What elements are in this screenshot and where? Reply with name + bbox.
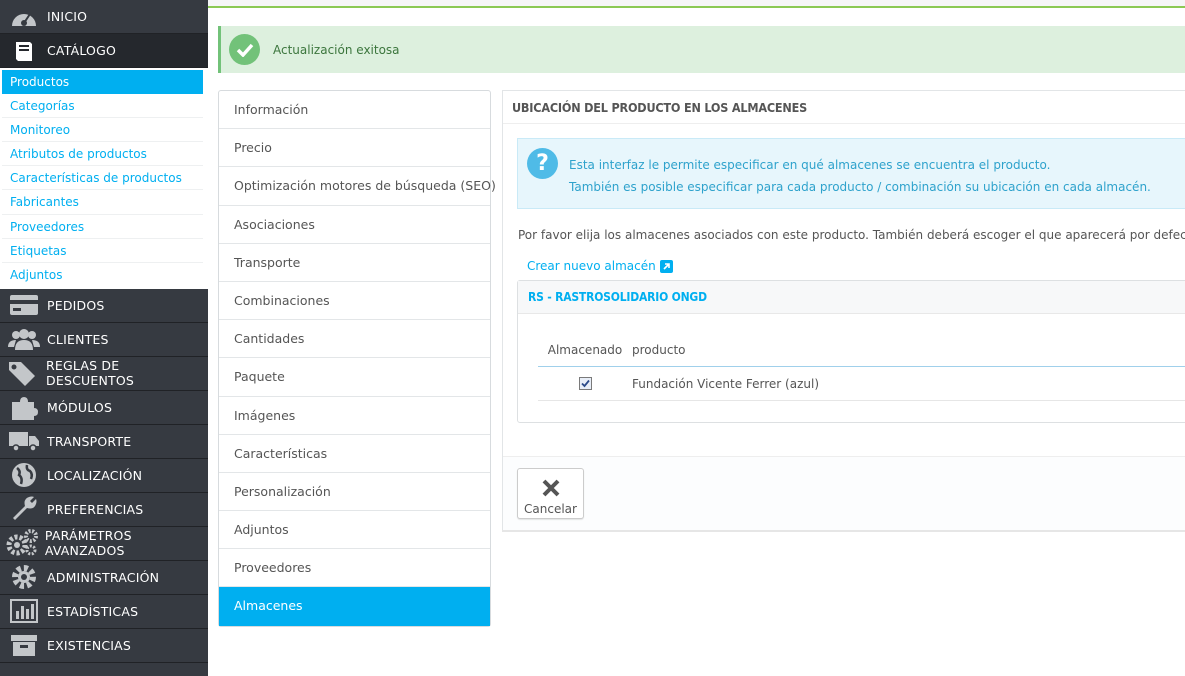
toolbar-strip: [208, 0, 1185, 8]
create-warehouse-label: Crear nuevo almacén: [527, 259, 656, 273]
info-line-2: También es posible especificar para cada…: [569, 180, 1151, 194]
panel-footer: Cancelar: [503, 456, 1185, 530]
product-name: Fundación Vicente Ferrer (azul): [632, 376, 819, 391]
tab-adjuntos[interactable]: Adjuntos: [219, 511, 490, 550]
product-tabs: Información Precio Optimización motores …: [218, 90, 496, 627]
nav-item-clientes[interactable]: CLIENTES: [0, 323, 208, 357]
nav-item-modulos[interactable]: MÓDULOS: [0, 391, 208, 425]
cogs-icon: [0, 529, 45, 557]
table-row: Fundación Vicente Ferrer (azul): [538, 367, 1185, 401]
bar-chart-icon: [0, 599, 47, 624]
submenu-item-caracteristicas[interactable]: Características de productos: [2, 166, 203, 191]
warehouse-table: Almacenado producto Fundación Vicente Fe…: [538, 333, 1185, 401]
nav-item-transporte[interactable]: TRANSPORTE: [0, 425, 208, 459]
globe-icon: [0, 462, 47, 488]
warehouse-panel: UBICACIÓN DEL PRODUCTO EN LOS ALMACENES …: [502, 90, 1185, 530]
col-header-stored: Almacenado: [547, 342, 623, 357]
submenu-item-atributos[interactable]: Atributos de productos: [2, 142, 203, 167]
stored-checkbox[interactable]: [578, 376, 592, 390]
submenu-item-monitoreo[interactable]: Monitoreo: [2, 118, 203, 143]
submenu-item-proveedores[interactable]: Proveedores: [2, 215, 203, 239]
nav-item-localizacion[interactable]: LOCALIZACIÓN: [0, 459, 208, 493]
tab-caracteristicas[interactable]: Características: [219, 435, 490, 473]
create-warehouse-link[interactable]: Crear nuevo almacén: [527, 259, 673, 273]
nav-item-existencias[interactable]: EXISTENCIAS: [0, 629, 208, 663]
nav-item-reglas-descuentos[interactable]: REGLAS DE DESCUENTOS: [0, 357, 208, 391]
tab-combinaciones[interactable]: Combinaciones: [219, 282, 490, 321]
archive-icon: [0, 633, 47, 657]
users-icon: [0, 327, 47, 351]
credit-card-icon: [0, 294, 47, 316]
submenu-item-fabricantes[interactable]: Fabricantes: [2, 190, 203, 215]
catalog-submenu: Productos Categorías Monitoreo Atributos…: [0, 68, 208, 289]
nav-label: ESTADÍSTICAS: [47, 603, 139, 619]
intro-text: Por favor elija los almacenes asociados …: [518, 228, 1185, 242]
nav-item-preferencias[interactable]: PREFERENCIAS: [0, 493, 208, 527]
nav-label: LOCALIZACIÓN: [47, 467, 143, 483]
cancel-button[interactable]: Cancelar: [517, 468, 584, 519]
nav-label: CLIENTES: [47, 331, 109, 347]
nav-label: CATÁLOGO: [47, 43, 117, 58]
tab-personalizacion[interactable]: Personalización: [219, 473, 490, 512]
sidebar: INICIO CATÁLOGO Productos Categorías Mon…: [0, 0, 208, 676]
nav-label: ADMINISTRACIÓN: [47, 569, 160, 585]
truck-icon: [0, 430, 47, 453]
nav-label: TRANSPORTE: [47, 433, 132, 449]
col-header-product: producto: [632, 342, 686, 357]
alert-message: Actualización exitosa: [273, 42, 400, 57]
cog-icon: [0, 564, 47, 590]
panel-title: UBICACIÓN DEL PRODUCTO EN LOS ALMACENES: [503, 91, 1185, 124]
nav-item-parametros-avanzados[interactable]: PARÁMETROS AVANZADOS: [0, 527, 208, 561]
info-alert: ? Esta interfaz le permite especificar e…: [517, 138, 1185, 209]
submenu-item-adjuntos[interactable]: Adjuntos: [2, 263, 203, 287]
nav-label: MÓDULOS: [47, 399, 113, 415]
tab-cantidades[interactable]: Cantidades: [219, 320, 490, 359]
nav-label: PEDIDOS: [47, 297, 105, 313]
success-alert: Actualización exitosa: [218, 26, 1185, 73]
nav-label: PARÁMETROS AVANZADOS: [44, 528, 132, 559]
warehouse-box: RS - RASTROSOLIDARIO ONGD Almacenado pro…: [517, 280, 1185, 423]
wrench-icon: [0, 495, 47, 523]
tab-precio[interactable]: Precio: [219, 129, 490, 168]
tab-informacion[interactable]: Información: [219, 91, 490, 130]
warehouse-name: RS - RASTROSOLIDARIO ONGD: [518, 281, 1185, 314]
check-circle-icon: [229, 34, 260, 65]
tab-transporte[interactable]: Transporte: [219, 244, 490, 282]
nav-item-inicio[interactable]: INICIO: [0, 0, 208, 34]
info-line-1: Esta interfaz le permite especificar en …: [569, 158, 1051, 172]
nav-label: REGLAS DE DESCUENTOS: [46, 358, 135, 389]
nav-item-pedidos[interactable]: PEDIDOS: [0, 289, 208, 323]
book-icon: [0, 39, 47, 63]
tab-almacenes[interactable]: Almacenes: [219, 587, 490, 626]
tab-imagenes[interactable]: Imágenes: [219, 397, 490, 435]
question-icon: ?: [527, 148, 558, 179]
cancel-label: Cancelar: [524, 502, 577, 516]
external-link-icon: [659, 259, 673, 273]
submenu-item-etiquetas[interactable]: Etiquetas: [2, 239, 203, 263]
nav-label: EXISTENCIAS: [47, 637, 132, 653]
submenu-item-productos[interactable]: Productos: [2, 70, 203, 95]
tab-asociaciones[interactable]: Asociaciones: [219, 206, 490, 244]
tab-proveedores[interactable]: Proveedores: [219, 549, 490, 588]
main-content: Actualización exitosa Información Precio…: [208, 0, 1185, 676]
tab-paquete[interactable]: Paquete: [219, 358, 490, 397]
tab-seo[interactable]: Optimización motores de búsqueda (SEO): [219, 167, 496, 206]
puzzle-icon: [0, 394, 47, 421]
nav-label: PREFERENCIAS: [47, 501, 144, 517]
close-icon: [541, 478, 561, 501]
nav-label: INICIO: [47, 9, 88, 24]
dashboard-icon: [0, 6, 47, 28]
table-header: Almacenado producto: [538, 333, 1185, 367]
nav-item-estadisticas[interactable]: ESTADÍSTICAS: [0, 595, 208, 629]
tags-icon: [0, 360, 46, 387]
nav-item-administracion[interactable]: ADMINISTRACIÓN: [0, 561, 208, 595]
nav-item-catalogo[interactable]: CATÁLOGO: [0, 34, 208, 68]
submenu-item-categorias[interactable]: Categorías: [2, 94, 203, 119]
